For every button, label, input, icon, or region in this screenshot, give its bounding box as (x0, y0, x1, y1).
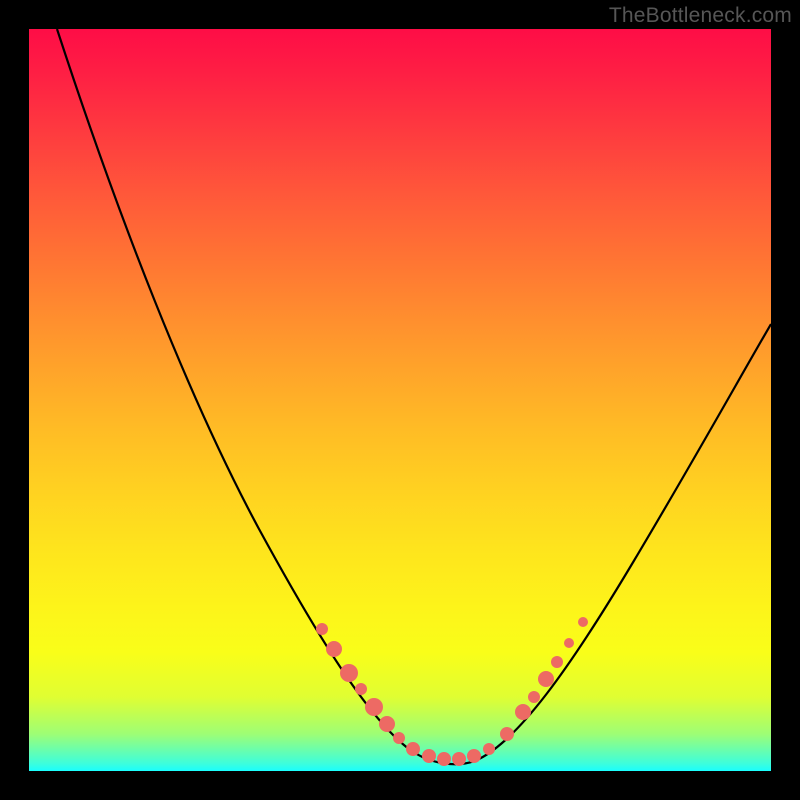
data-marker (355, 683, 367, 695)
data-marker (393, 732, 405, 744)
data-marker (365, 698, 383, 716)
data-marker (578, 617, 588, 627)
bottleneck-curve (57, 29, 771, 764)
data-marker (326, 641, 342, 657)
data-marker (538, 671, 554, 687)
data-marker (452, 752, 466, 766)
data-marker (437, 752, 451, 766)
data-marker (422, 749, 436, 763)
data-marker (500, 727, 514, 741)
data-marker (515, 704, 531, 720)
data-marker (406, 742, 420, 756)
data-marker (467, 749, 481, 763)
data-marker (528, 691, 540, 703)
curve-group (57, 29, 771, 764)
data-marker (316, 623, 328, 635)
data-marker (551, 656, 563, 668)
chart-plot-area (29, 29, 771, 771)
data-marker (340, 664, 358, 682)
data-marker (379, 716, 395, 732)
data-marker (483, 743, 495, 755)
data-marker (564, 638, 574, 648)
watermark-text: TheBottleneck.com (609, 4, 792, 28)
chart-svg (29, 29, 771, 771)
